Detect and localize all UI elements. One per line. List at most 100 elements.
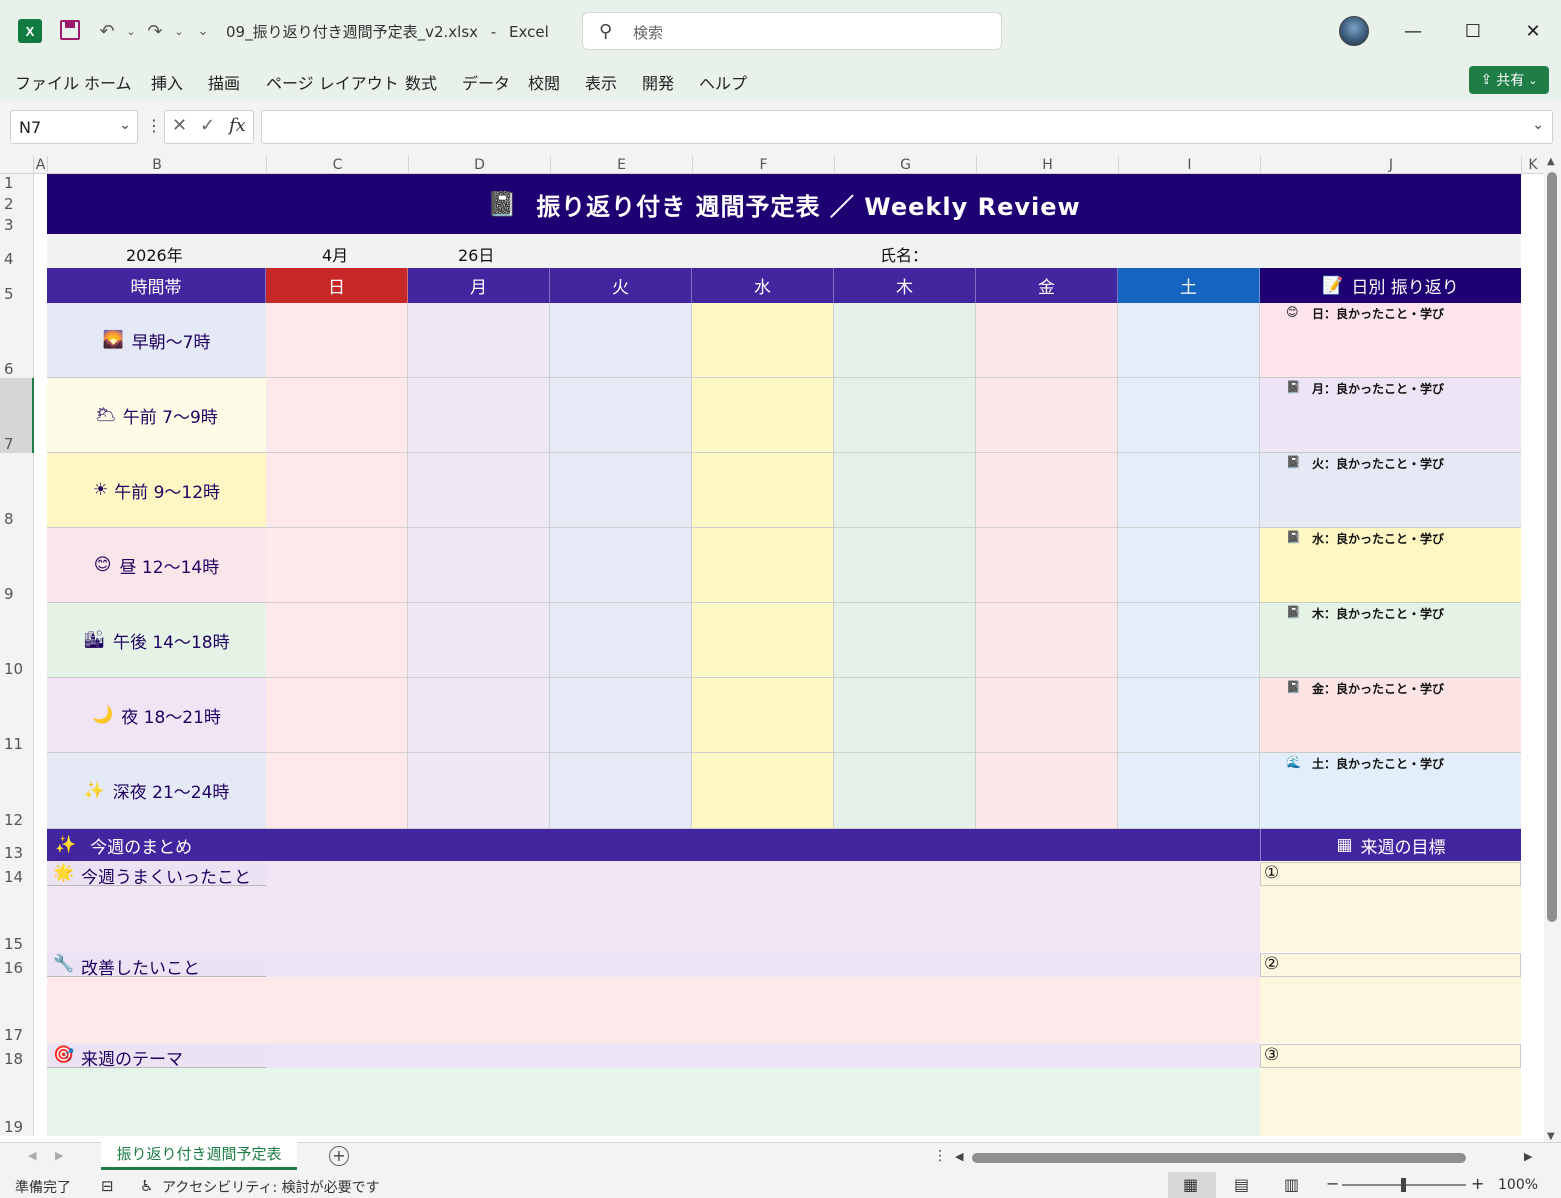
formula-input[interactable]: ⌄: [261, 110, 1553, 144]
cancel-icon[interactable]: ✕: [172, 115, 187, 136]
review-cell[interactable]: 📓 火：良かったこと・学び: [1260, 453, 1521, 528]
schedule-cell[interactable]: [692, 678, 834, 753]
schedule-cell[interactable]: [1118, 678, 1260, 753]
schedule-cell[interactable]: [1118, 453, 1260, 528]
menu-data[interactable]: データ: [462, 70, 510, 94]
normal-view-icon[interactable]: ▦: [1183, 1175, 1198, 1194]
undo-dropdown-icon[interactable]: ⌄: [118, 18, 144, 44]
schedule-cell[interactable]: [550, 678, 692, 753]
schedule-cell[interactable]: [550, 603, 692, 678]
sheet-tab-active[interactable]: 振り返り付き週間予定表: [101, 1142, 297, 1170]
menu-page-layout[interactable]: ページ レイアウト: [266, 70, 399, 94]
avatar[interactable]: [1339, 16, 1369, 46]
scroll-right-icon[interactable]: ▶: [1524, 1150, 1532, 1163]
horizontal-scroll-thumb[interactable]: [972, 1153, 1466, 1163]
time-slot-cell[interactable]: 🏙 午後 14～18時: [47, 603, 266, 678]
insert-function-icon[interactable]: fx: [229, 115, 246, 136]
menu-insert[interactable]: 挿入: [151, 70, 183, 94]
time-slot-cell[interactable]: 🌙 夜 18～21時: [47, 678, 266, 753]
schedule-cell[interactable]: [976, 678, 1118, 753]
schedule-cell[interactable]: [266, 528, 408, 603]
prev-sheet-icon[interactable]: ◀: [28, 1149, 36, 1162]
add-sheet-icon[interactable]: +: [329, 1146, 349, 1166]
schedule-cell[interactable]: [1118, 528, 1260, 603]
schedule-cell[interactable]: [692, 528, 834, 603]
schedule-cell[interactable]: [1118, 303, 1260, 378]
column-header-a[interactable]: A: [34, 156, 47, 174]
schedule-cell[interactable]: [1118, 753, 1260, 829]
row-header[interactable]: 19: [0, 1068, 34, 1136]
row-header[interactable]: 17: [0, 977, 34, 1044]
goal-3[interactable]: ③: [1260, 1044, 1521, 1068]
scroll-up-icon[interactable]: ▲: [1547, 156, 1555, 167]
macro-record-icon[interactable]: ⊟: [101, 1177, 114, 1195]
schedule-cell[interactable]: [408, 378, 550, 453]
zoom-out-icon[interactable]: −: [1326, 1174, 1339, 1193]
goal-1-area[interactable]: [1260, 886, 1521, 952]
schedule-cell[interactable]: [408, 303, 550, 378]
row-header[interactable]: 16: [0, 953, 34, 977]
schedule-cell[interactable]: [976, 753, 1118, 829]
vertical-scroll-thumb[interactable]: [1547, 172, 1557, 922]
schedule-cell[interactable]: [834, 303, 976, 378]
schedule-cell[interactable]: [266, 303, 408, 378]
month-cell[interactable]: 4月: [322, 242, 348, 266]
chevron-down-icon[interactable]: ⌄: [119, 117, 131, 133]
schedule-cell[interactable]: [692, 753, 834, 829]
schedule-cell[interactable]: [550, 753, 692, 829]
review-cell[interactable]: 📓 水：良かったこと・学び: [1260, 528, 1521, 603]
row-header[interactable]: 3: [0, 213, 34, 234]
row-header[interactable]: 6: [0, 303, 34, 378]
menu-help[interactable]: ヘルプ: [699, 70, 747, 94]
schedule-cell[interactable]: [408, 453, 550, 528]
schedule-cell[interactable]: [408, 528, 550, 603]
menu-formulas[interactable]: 数式: [405, 70, 437, 94]
time-slot-cell[interactable]: 😊 昼 12～14時: [47, 528, 266, 603]
zoom-in-icon[interactable]: +: [1471, 1174, 1484, 1193]
schedule-cell[interactable]: [834, 453, 976, 528]
time-slot-cell[interactable]: 🌥 午前 7～9時: [47, 378, 266, 453]
goal-2[interactable]: ②: [1260, 953, 1521, 977]
day-cell[interactable]: 26日: [458, 242, 494, 266]
goal-3-area[interactable]: [1260, 1068, 1521, 1136]
schedule-cell[interactable]: [834, 378, 976, 453]
schedule-cell[interactable]: [692, 603, 834, 678]
column-header-b[interactable]: B: [47, 156, 266, 174]
goal-2-area[interactable]: [1260, 977, 1521, 1043]
time-slot-cell[interactable]: ☀ 午前 9～12時: [47, 453, 266, 528]
schedule-cell[interactable]: [408, 678, 550, 753]
column-header-j[interactable]: J: [1260, 156, 1521, 174]
column-header-g[interactable]: G: [834, 156, 976, 174]
schedule-cell[interactable]: [550, 453, 692, 528]
row-header[interactable]: 10: [0, 603, 34, 678]
row-header[interactable]: 2: [0, 192, 34, 213]
row-header[interactable]: 5: [0, 268, 34, 303]
share-button[interactable]: ⇪ 共有 ⌄: [1469, 66, 1549, 94]
row-header[interactable]: 4: [0, 234, 34, 268]
search-box[interactable]: ⚲ 検索: [582, 12, 1002, 50]
schedule-cell[interactable]: [408, 603, 550, 678]
review-cell[interactable]: 🌊 土：良かったこと・学び: [1260, 753, 1521, 829]
schedule-cell[interactable]: [976, 378, 1118, 453]
review-cell[interactable]: 😊 日：良かったこと・学び: [1260, 303, 1521, 378]
schedule-cell[interactable]: [834, 528, 976, 603]
menu-developer[interactable]: 開発: [642, 70, 674, 94]
column-header-f[interactable]: F: [692, 156, 834, 174]
row-header[interactable]: 1: [0, 174, 34, 192]
goal-1[interactable]: ①: [1260, 862, 1521, 886]
schedule-cell[interactable]: [266, 678, 408, 753]
schedule-cell[interactable]: [266, 453, 408, 528]
schedule-cell[interactable]: [266, 378, 408, 453]
schedule-cell[interactable]: [266, 753, 408, 829]
menu-file[interactable]: ファイル: [15, 70, 79, 94]
expand-formula-icon[interactable]: ⌄: [1532, 117, 1544, 133]
redo-icon[interactable]: ↷: [142, 18, 168, 44]
redo-dropdown-icon[interactable]: ⌄: [166, 18, 192, 44]
row-header[interactable]: 12: [0, 753, 34, 829]
worksheet[interactable]: 📓 振り返り付き 週間予定表 ／ Weekly Review 2026年 4月 …: [34, 174, 1544, 1136]
row-header[interactable]: 14: [0, 862, 34, 886]
time-slot-cell[interactable]: ✨ 深夜 21～24時: [47, 753, 266, 829]
schedule-cell[interactable]: [976, 453, 1118, 528]
save-icon[interactable]: [60, 20, 80, 40]
review-cell[interactable]: 📓 月：良かったこと・学び: [1260, 378, 1521, 453]
